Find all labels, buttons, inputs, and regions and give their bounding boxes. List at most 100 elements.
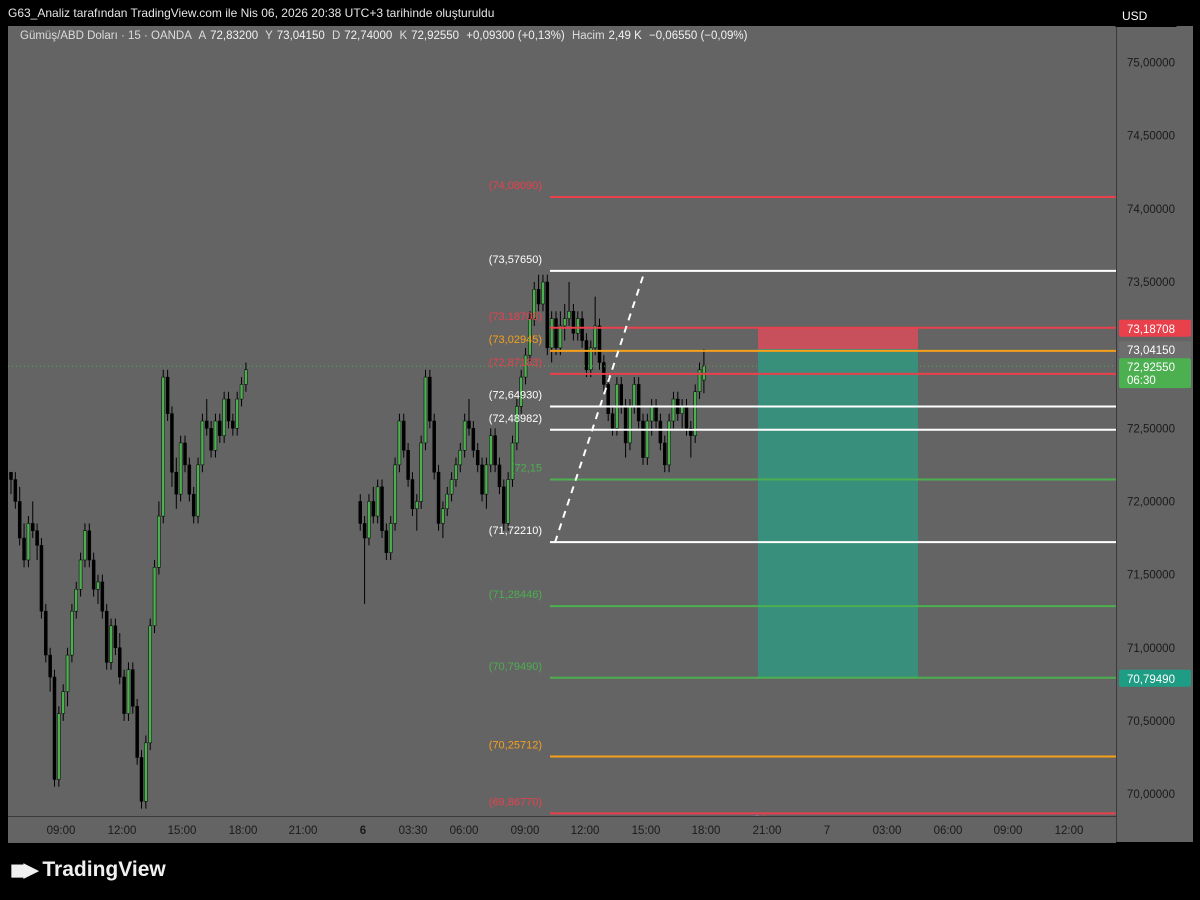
fib-level-label: (73,18708) <box>489 311 542 323</box>
candle <box>78 552 83 597</box>
candle-body <box>454 464 458 480</box>
candle <box>415 494 419 531</box>
candle <box>397 413 402 473</box>
tradingview-logo: ◼▶ TradingView <box>10 858 166 882</box>
price-tick-label: 75,00000 <box>1127 58 1175 70</box>
candle <box>680 399 684 429</box>
time-tick-label: 15:00 <box>632 825 661 837</box>
candle-body <box>78 559 83 590</box>
candle <box>658 413 663 451</box>
price-tick-label: 74,00000 <box>1127 204 1175 216</box>
candle-body <box>654 406 658 422</box>
candle-body <box>484 464 489 495</box>
candle <box>632 377 637 414</box>
fib-level-label: (71,28446) <box>489 589 542 601</box>
candle-body <box>388 523 393 553</box>
candle <box>131 662 135 714</box>
candle-body <box>562 318 567 327</box>
candle-body <box>610 413 615 429</box>
candle <box>484 457 489 509</box>
candle <box>580 311 584 348</box>
time-tick-label: 21:00 <box>753 825 782 837</box>
candle-body <box>580 318 584 341</box>
candle <box>44 603 48 663</box>
price-tick-label: 72,00000 <box>1127 496 1175 508</box>
candle <box>135 698 139 765</box>
chart-snapshot-title: G63_Analiz tarafından TradingView.com il… <box>8 6 495 20</box>
candle <box>471 421 476 458</box>
candle <box>454 457 458 487</box>
time-tick-label: 18:00 <box>692 825 721 837</box>
price-tag-label: 73,18708 <box>1127 324 1175 336</box>
candle <box>562 303 567 341</box>
candle-body <box>419 442 423 502</box>
candle <box>419 435 423 509</box>
price-tick-label: 71,50000 <box>1127 570 1175 582</box>
price-tag: 70,79490 <box>1119 669 1191 687</box>
time-tick-label: 15:00 <box>168 825 197 837</box>
price-tick-label: 71,00000 <box>1127 643 1175 655</box>
candle-body <box>96 581 100 590</box>
candle <box>497 457 502 495</box>
candle <box>52 669 57 787</box>
candle-body <box>567 311 571 319</box>
price-chart[interactable]: (74,08090) (73,57650) (73,18708) (73,02945)… <box>8 26 1116 816</box>
candle-body <box>17 501 22 539</box>
candle-body <box>44 610 48 656</box>
price-tag: 72,9255006:30 <box>1119 358 1191 389</box>
candle-body <box>458 450 463 466</box>
candle <box>593 296 597 356</box>
candle <box>205 399 209 436</box>
candle <box>597 318 602 370</box>
candle <box>148 618 152 751</box>
price-tag-label: 70,79490 <box>1127 674 1175 686</box>
candle-body <box>74 588 78 612</box>
candle-body <box>636 384 641 422</box>
price-tag: 73,04150 <box>1119 341 1191 359</box>
candle-body <box>619 384 623 407</box>
candle-body <box>428 376 432 422</box>
candle-body <box>148 625 152 744</box>
plot-area[interactable]: (74,08090) (73,57650) (73,18708) (73,02945)… <box>8 26 1116 816</box>
candle <box>489 428 493 473</box>
candle <box>388 516 393 560</box>
candle-body <box>684 406 689 429</box>
candle-body <box>48 654 52 678</box>
candle <box>226 391 231 429</box>
candle <box>48 647 52 692</box>
time-axis[interactable]: 09:00 12:00 15:00 18:00 21:00 6 03:30 06:00 09:0… <box>8 816 1116 843</box>
currency-button[interactable]: USD <box>1114 5 1178 27</box>
candle <box>702 349 706 394</box>
chart-panel[interactable]: (74,08090) (73,57650) (73,18708) (73,02945)… <box>8 26 1193 843</box>
candle-body <box>410 479 415 510</box>
legend-open-label: A <box>198 30 207 42</box>
candle <box>187 457 192 502</box>
candle <box>31 501 35 539</box>
candle <box>157 501 161 575</box>
price-tag: 73,18708 <box>1119 319 1191 337</box>
candle <box>441 501 445 539</box>
candle-body <box>497 464 502 488</box>
candle <box>83 523 87 568</box>
candle-body <box>375 486 380 517</box>
candle <box>191 486 196 524</box>
candle-body <box>222 398 226 436</box>
candle <box>213 413 218 458</box>
fib-level-label: (72,48982) <box>489 413 542 425</box>
price-axis[interactable]: 75,00000 74,50000 74,00000 73,50000 72,50000… <box>1116 26 1193 842</box>
candle-body <box>623 406 628 444</box>
legend-symbol[interactable]: Gümüş/ABD Doları · 15 · OANDA <box>20 30 192 42</box>
fib-level-label: (73,57650) <box>489 254 542 266</box>
candle <box>436 464 441 531</box>
candle <box>122 669 126 721</box>
legend-change: +0,09300 (+0,13%) <box>466 30 565 42</box>
candle <box>663 435 667 473</box>
candle <box>406 442 410 487</box>
price-tick-label: 73,50000 <box>1127 277 1175 289</box>
candle-body <box>91 559 96 590</box>
candle-body <box>196 464 200 517</box>
time-tick-label: 12:00 <box>571 825 600 837</box>
candle-body <box>380 486 384 531</box>
legend-close-label: K <box>399 30 408 42</box>
candle <box>196 457 200 524</box>
